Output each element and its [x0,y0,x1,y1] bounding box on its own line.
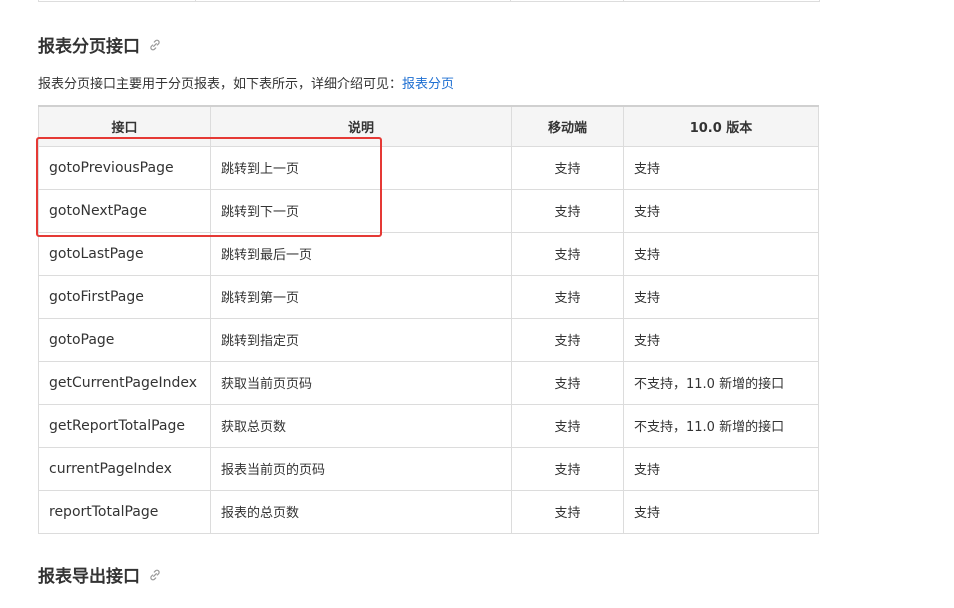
v10-support-cell: 支持 [623,274,819,319]
v10-support-cell: 支持 [623,446,819,491]
api-name-cell: getCurrentPageIndex [38,360,211,405]
api-desc-cell: 报表当前页的页码 [210,446,512,491]
api-name-cell: reportTotalPage [38,489,211,534]
v10-support-cell: 不支持，11.0 新增的接口 [623,403,819,448]
link-icon[interactable] [148,38,162,52]
previous-table-bottom [38,0,820,2]
api-name-cell: gotoFirstPage [38,274,211,319]
table-row: gotoPage 跳转到指定页 支持 支持 [38,317,819,362]
table-row: getCurrentPageIndex 获取当前页页码 支持 不支持，11.0 … [38,360,819,405]
api-name-cell: getReportTotalPage [38,403,211,448]
mobile-support-cell: 支持 [511,360,624,405]
api-name-cell: gotoPage [38,317,211,362]
v10-support-cell: 支持 [623,145,819,190]
table-header-row: 接口 说明 移动端 10.0 版本 [38,105,819,147]
api-name-cell: currentPageIndex [38,446,211,491]
v10-support-cell: 支持 [623,317,819,362]
section-title: 报表导出接口 [38,567,140,587]
pagination-doc-link[interactable]: 报表分页 [402,77,454,92]
column-header: 10.0 版本 [623,105,819,147]
column-header: 接口 [38,105,211,147]
mobile-support-cell: 支持 [511,403,624,448]
table-row: gotoLastPage 跳转到最后一页 支持 支持 [38,231,819,276]
api-desc-cell: 获取当前页页码 [210,360,512,405]
api-desc-cell: 跳转到第一页 [210,274,512,319]
api-name-cell: gotoLastPage [38,231,211,276]
mobile-support-cell: 支持 [511,317,624,362]
link-icon[interactable] [148,568,162,582]
mobile-support-cell: 支持 [511,489,624,534]
v10-support-cell: 不支持，11.0 新增的接口 [623,360,819,405]
section-heading-export: 报表导出接口 [38,562,162,587]
intro-text: 报表分页接口主要用于分页报表，如下表所示，详细介绍可见： [38,77,403,92]
mobile-support-cell: 支持 [511,446,624,491]
api-desc-cell: 报表的总页数 [210,489,512,534]
table-row: gotoFirstPage 跳转到第一页 支持 支持 [38,274,819,319]
mobile-support-cell: 支持 [511,231,624,276]
api-desc-cell: 跳转到上一页 [210,145,512,190]
mobile-support-cell: 支持 [511,145,624,190]
section-intro: 报表分页接口主要用于分页报表，如下表所示，详细介绍可见：报表分页 [38,73,454,92]
v10-support-cell: 支持 [623,188,819,233]
pagination-api-table: 接口 说明 移动端 10.0 版本 gotoPreviousPage 跳转到上一… [38,105,819,534]
column-header: 说明 [210,105,512,147]
api-desc-cell: 获取总页数 [210,403,512,448]
section-heading-pagination: 报表分页接口 [38,32,162,57]
mobile-support-cell: 支持 [511,188,624,233]
mobile-support-cell: 支持 [511,274,624,319]
table-row: gotoNextPage 跳转到下一页 支持 支持 [38,188,819,233]
column-header: 移动端 [511,105,624,147]
document-page: 报表分页接口 报表分页接口主要用于分页报表，如下表所示，详细介绍可见：报表分页 … [0,0,954,608]
table-row: reportTotalPage 报表的总页数 支持 支持 [38,489,819,534]
api-desc-cell: 跳转到下一页 [210,188,512,233]
table-row: currentPageIndex 报表当前页的页码 支持 支持 [38,446,819,491]
v10-support-cell: 支持 [623,231,819,276]
api-name-cell: gotoNextPage [38,188,211,233]
table-row: getReportTotalPage 获取总页数 支持 不支持，11.0 新增的… [38,403,819,448]
table-row: gotoPreviousPage 跳转到上一页 支持 支持 [38,145,819,190]
api-desc-cell: 跳转到最后一页 [210,231,512,276]
section-title: 报表分页接口 [38,37,140,57]
api-desc-cell: 跳转到指定页 [210,317,512,362]
v10-support-cell: 支持 [623,489,819,534]
api-name-cell: gotoPreviousPage [38,145,211,190]
